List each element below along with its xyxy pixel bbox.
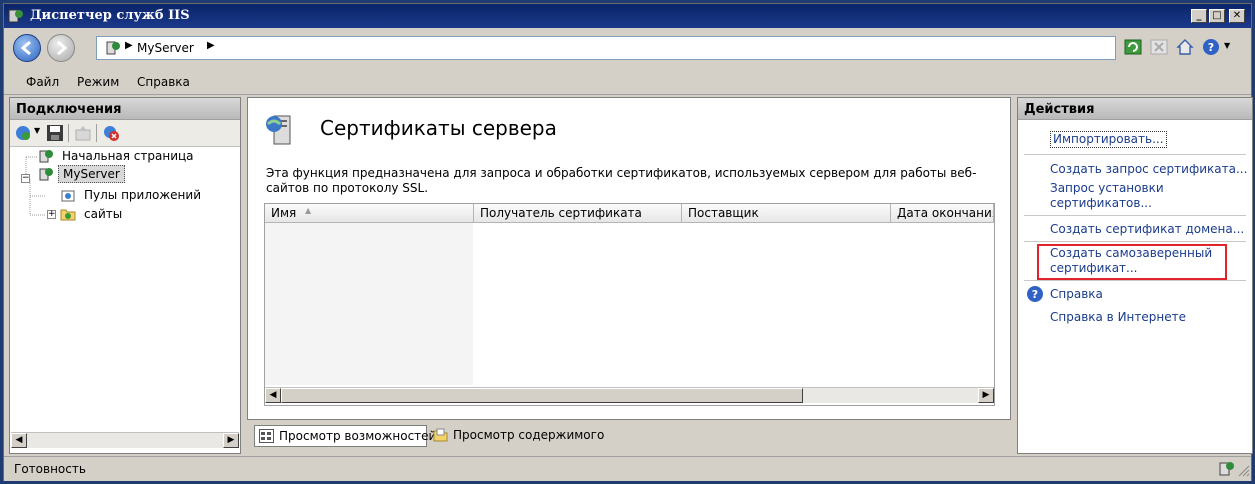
forward-button[interactable] bbox=[47, 34, 75, 62]
breadcrumb-arrow-icon[interactable]: ▶ bbox=[207, 40, 215, 51]
status-bar: Готовность bbox=[4, 456, 1251, 481]
action-help[interactable]: Справка bbox=[1050, 287, 1103, 302]
menu-bar: Файл Режим Справка bbox=[4, 70, 1251, 95]
connections-toolbar: ▼ bbox=[10, 120, 240, 147]
svg-text:?: ? bbox=[1032, 288, 1038, 301]
server-status-icon bbox=[1219, 462, 1234, 476]
up-level-icon[interactable] bbox=[74, 124, 92, 142]
scroll-thumb[interactable] bbox=[281, 388, 803, 403]
content-view-label: Просмотр содержимого bbox=[453, 428, 605, 442]
sort-ascending-icon: ▲ bbox=[305, 206, 312, 215]
toolbar-divider bbox=[68, 124, 69, 142]
page-description: Эта функция предназначена для запроса и … bbox=[266, 166, 977, 195]
actions-header: Действия bbox=[1018, 98, 1252, 120]
server-icon bbox=[39, 168, 53, 181]
certificates-list: Имя ▲ Получатель сертификата Поставщик Д… bbox=[264, 203, 995, 406]
forward-arrow-icon bbox=[57, 40, 68, 56]
title-bar: Диспетчер служб IIS _ □ ✕ bbox=[4, 4, 1251, 28]
help-icon: ? bbox=[1027, 286, 1043, 302]
page-title: Сертификаты сервера bbox=[320, 116, 557, 140]
column-header-expiration[interactable]: Дата окончания bbox=[891, 204, 994, 223]
collapse-myserver-icon[interactable]: − bbox=[21, 174, 30, 183]
scroll-left-icon[interactable]: ◀ bbox=[11, 433, 27, 448]
app-pools-icon bbox=[61, 190, 75, 202]
server-icon bbox=[106, 41, 120, 55]
window-title: Диспетчер служб IIS bbox=[30, 8, 190, 23]
toolbar-divider-2 bbox=[96, 124, 97, 142]
scroll-left-icon[interactable]: ◀ bbox=[265, 388, 281, 403]
menu-file[interactable]: Файл bbox=[26, 75, 59, 89]
sites-folder-icon bbox=[60, 209, 76, 221]
features-view-label: Просмотр возможностей bbox=[279, 429, 437, 443]
action-import[interactable]: Импортировать... bbox=[1050, 131, 1167, 148]
column-name-label: Имя bbox=[271, 206, 297, 220]
disconnect-icon[interactable] bbox=[102, 124, 120, 142]
resize-grip-icon[interactable] bbox=[1238, 465, 1250, 477]
iis-app-icon bbox=[8, 9, 23, 23]
list-hscrollbar[interactable]: ◀ ▶ bbox=[265, 387, 994, 403]
close-button[interactable]: ✕ bbox=[1229, 9, 1245, 23]
scroll-right-icon[interactable]: ▶ bbox=[223, 433, 239, 448]
save-icon[interactable] bbox=[46, 124, 64, 142]
breadcrumb-myserver[interactable]: MyServer bbox=[137, 41, 194, 55]
help-dropdown-icon[interactable]: ▼ bbox=[1224, 41, 1230, 50]
menu-view[interactable]: Режим bbox=[77, 75, 119, 89]
column-header-name[interactable]: Имя ▲ bbox=[265, 204, 474, 223]
help-icon[interactable]: ? bbox=[1202, 38, 1220, 56]
tree-label: сайты bbox=[84, 207, 123, 221]
start-page-icon bbox=[39, 150, 53, 163]
content-view-tab[interactable]: Просмотр содержимого bbox=[429, 425, 604, 447]
menu-help[interactable]: Справка bbox=[137, 75, 190, 89]
connect-icon[interactable] bbox=[14, 124, 32, 142]
address-row: ▶ MyServer ▶ ? ▼ bbox=[4, 29, 1251, 69]
tree-label-selected: MyServer bbox=[58, 165, 125, 183]
connect-dropdown-icon[interactable]: ▼ bbox=[34, 126, 40, 135]
refresh-icon[interactable] bbox=[1124, 38, 1142, 56]
features-view-tab[interactable]: Просмотр возможностей bbox=[254, 425, 436, 447]
iis-manager-window: Диспетчер служб IIS _ □ ✕ ▶ MyServer ▶ ?… bbox=[3, 3, 1253, 481]
connections-tree: Начальная страница − MyServer Пулы прило… bbox=[10, 146, 240, 426]
actions-pane: Действия Импортировать... Создать запрос… bbox=[1017, 97, 1253, 454]
connections-pane: Подключения ▼ Начальная страница − MySer… bbox=[9, 97, 241, 454]
tree-label: Пулы приложений bbox=[84, 188, 201, 202]
scroll-right-icon[interactable]: ▶ bbox=[978, 388, 994, 403]
expand-sites-icon[interactable]: + bbox=[47, 210, 56, 219]
sorted-column-background bbox=[265, 223, 473, 385]
status-text: Готовность bbox=[14, 462, 86, 476]
maximize-button[interactable]: □ bbox=[1209, 9, 1225, 23]
action-online-help[interactable]: Справка в Интернете bbox=[1050, 310, 1186, 325]
minimize-button[interactable]: _ bbox=[1191, 9, 1207, 23]
actions-divider bbox=[1024, 280, 1246, 281]
column-header-issuer[interactable]: Поставщик bbox=[682, 204, 891, 223]
action-create-certificate-request[interactable]: Создать запрос сертификата... bbox=[1050, 162, 1247, 177]
actions-divider bbox=[1024, 215, 1246, 216]
column-header-subject[interactable]: Получатель сертификата bbox=[474, 204, 682, 223]
back-button[interactable] bbox=[13, 34, 41, 62]
actions-divider bbox=[1024, 154, 1246, 155]
connections-header: Подключения bbox=[10, 98, 240, 120]
stop-icon[interactable] bbox=[1150, 38, 1168, 56]
connections-hscrollbar[interactable]: ◀ ▶ bbox=[11, 432, 239, 448]
server-certificates-icon bbox=[266, 115, 291, 145]
home-icon[interactable] bbox=[1176, 38, 1194, 56]
content-pane: Сертификаты сервера Эта функция предназн… bbox=[247, 97, 1011, 420]
action-create-self-signed-certificate[interactable]: Создать самозаверенный сертификат... bbox=[1050, 246, 1220, 276]
address-bar[interactable]: ▶ MyServer ▶ bbox=[96, 36, 1116, 60]
features-view-icon bbox=[259, 429, 274, 443]
back-arrow-icon bbox=[20, 40, 31, 56]
actions-divider bbox=[1024, 241, 1246, 242]
content-view-icon bbox=[433, 428, 448, 442]
action-create-domain-certificate[interactable]: Создать сертификат домена... bbox=[1050, 222, 1244, 237]
action-complete-certificate-request[interactable]: Запрос установки сертификатов... bbox=[1050, 181, 1170, 211]
tree-label: Начальная страница bbox=[62, 149, 194, 163]
svg-text:?: ? bbox=[1208, 41, 1214, 54]
breadcrumb-separator-icon: ▶ bbox=[125, 40, 133, 51]
